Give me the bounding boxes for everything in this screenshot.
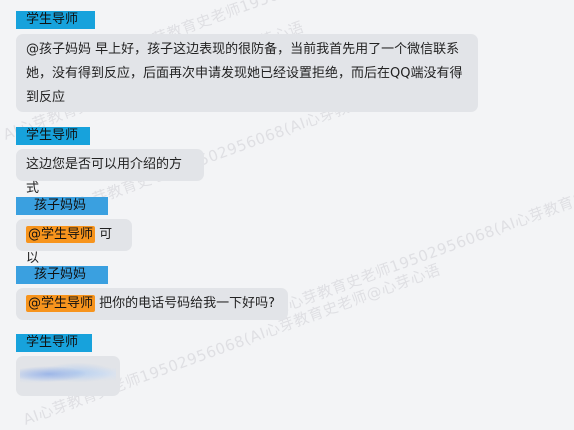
sender-label: 学生导师 [16,334,92,352]
sender-label: 学生导师 [16,11,95,29]
message-bubble: @学生导师 把你的电话号码给我一下好吗? [16,288,288,320]
sender-label: 孩子妈妈 [16,197,108,215]
message-bubble: 这边您是否可以用介绍的方式 [16,149,204,196]
image-message[interactable] [16,356,120,396]
mention-tag[interactable]: @学生导师 [26,226,96,243]
message-text: 把你的电话号码给我一下好吗? [99,296,276,311]
message-bubble: @孩子妈妈 早上好，孩子这边表现的很防备，当前我首先用了一个微信联系她，没有得到… [16,34,478,112]
watermark-text: AI心芽教育史老师19502956068(AI心芽教育史老师@心芽心语 [270,150,574,319]
mention-tag[interactable]: @学生导师 [26,295,96,312]
blurred-image[interactable] [20,360,116,388]
sender-label: 孩子妈妈 [16,266,108,284]
sender-label: 学生导师 [16,127,90,145]
message-bubble: @学生导师 可以 [16,219,132,266]
